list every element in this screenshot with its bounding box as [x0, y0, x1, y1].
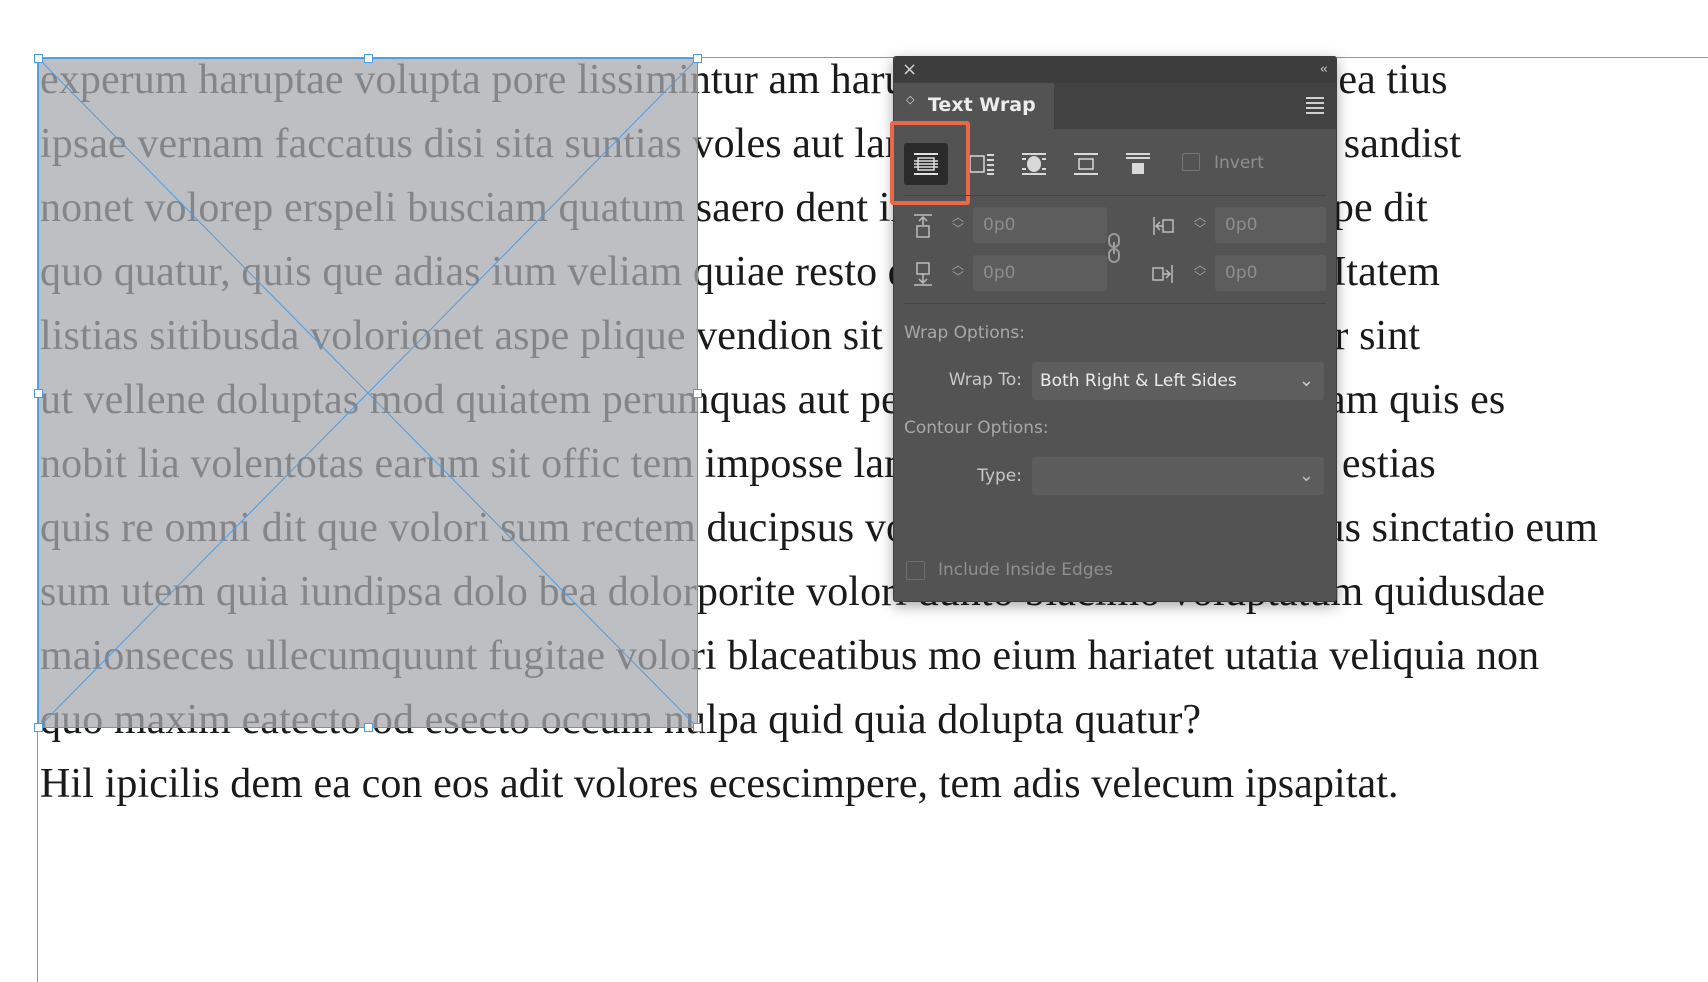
placeholder-cross-icon	[39, 59, 697, 727]
jump-object-button[interactable]	[1064, 143, 1108, 185]
jump-to-next-column-button[interactable]	[1116, 143, 1160, 185]
resize-handle-top[interactable]	[364, 54, 373, 63]
image-placeholder-frame[interactable]	[34, 54, 702, 732]
left-offset-icon	[1153, 217, 1174, 235]
chevron-down-icon: ⌄	[1298, 465, 1314, 486]
include-inside-edges-label: Include Inside Edges	[938, 560, 1113, 580]
resize-handle-right[interactable]	[693, 389, 702, 398]
left-offset-stepper[interactable]: ︿ ﹀	[1193, 211, 1207, 235]
link-offsets-icon[interactable]	[1104, 231, 1124, 265]
resize-handle-left[interactable]	[34, 389, 43, 398]
collapse-icon[interactable]: ‹‹	[1320, 59, 1329, 81]
jump-object-icon	[1074, 153, 1098, 175]
top-offset-stepper[interactable]: ︿ ﹀	[951, 211, 965, 235]
panel-titlebar[interactable]: × ‹‹	[894, 57, 1336, 83]
resize-handle-bottom[interactable]	[364, 723, 373, 732]
tab-label: Text Wrap	[928, 94, 1036, 116]
selected-option-highlight	[890, 121, 970, 205]
close-icon[interactable]: ×	[902, 59, 917, 81]
divider	[904, 195, 1326, 196]
resize-handle-bottom-left[interactable]	[34, 723, 43, 732]
resize-handle-top-right[interactable]	[693, 54, 702, 63]
wrap-to-value: Both Right & Left Sides	[1040, 371, 1237, 391]
top-offset-icon	[914, 214, 932, 238]
include-inside-edges-checkbox[interactable]	[906, 561, 925, 580]
invert-checkbox[interactable]	[1182, 153, 1200, 171]
top-offset-field[interactable]: 0p0	[973, 207, 1107, 243]
wrap-around-object-shape-button[interactable]	[1012, 143, 1056, 185]
wrap-to-label: Wrap To:	[948, 370, 1022, 390]
expand-collapse-arrows-icon[interactable]: ◇	[906, 94, 914, 105]
resize-handle-top-left[interactable]	[34, 54, 43, 63]
divider	[904, 303, 1326, 304]
panel-menu-icon[interactable]	[1306, 97, 1324, 117]
resize-handle-bottom-right[interactable]	[693, 723, 702, 732]
wrap-bounding-box-icon	[969, 154, 994, 175]
wrap-options-label: Wrap Options:	[904, 323, 1025, 343]
left-offset-field[interactable]: 0p0	[1215, 207, 1326, 243]
right-offset-icon	[1152, 265, 1173, 283]
right-offset-field[interactable]: 0p0	[1215, 255, 1326, 291]
chevron-down-icon: ⌄	[1298, 370, 1314, 391]
right-offset-stepper[interactable]: ︿ ﹀	[1193, 259, 1207, 283]
wrap-object-shape-icon	[1022, 153, 1046, 175]
wrap-to-dropdown[interactable]: Both Right & Left Sides ⌄	[1032, 362, 1324, 400]
invert-label: Invert	[1214, 153, 1264, 173]
type-label: Type:	[977, 466, 1022, 486]
bottom-offset-icon	[914, 262, 932, 286]
contour-options-label: Contour Options:	[904, 418, 1049, 438]
text-line: Hil ipicilis dem ea con eos adit volores…	[40, 761, 1399, 807]
bottom-offset-stepper[interactable]: ︿ ﹀	[951, 259, 965, 283]
bottom-offset-field[interactable]: 0p0	[973, 255, 1107, 291]
jump-next-column-icon	[1126, 153, 1150, 174]
contour-type-dropdown[interactable]: ⌄	[1032, 457, 1324, 495]
text-wrap-panel: × ‹‹ ◇ Text Wrap Invert ︿ ﹀ 0p0 ︿ ﹀ 0p0 …	[890, 56, 1337, 602]
